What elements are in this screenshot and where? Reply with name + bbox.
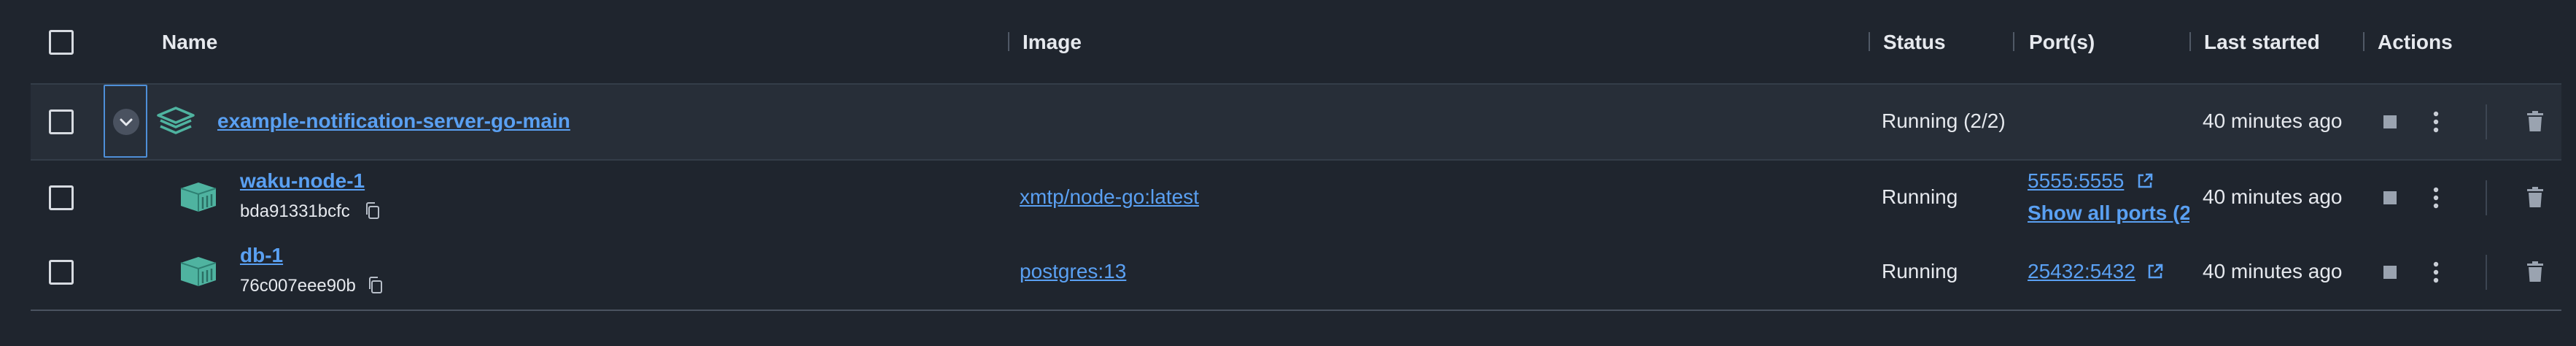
table-row[interactable]: db-1 76c007eee90b postgres:13 Running 25… [31,235,2561,310]
column-resize-handle[interactable] [1869,32,1870,51]
container-status: Running [1882,185,1958,208]
show-all-ports-wrapper: Show all ports (2 [2028,199,2189,228]
more-options-icon[interactable] [2432,261,2440,283]
container-last-started: 40 minutes ago [2203,260,2343,282]
external-link-icon[interactable] [2136,172,2154,190]
external-link-icon[interactable] [2146,263,2164,280]
column-header-image[interactable]: Image [1023,29,1082,55]
column-header-last-started[interactable]: Last started [2204,29,2320,55]
column-resize-handle[interactable] [2189,32,2191,51]
actions-divider [2486,180,2487,215]
container-name-link[interactable]: waku-node-1 [240,169,365,193]
stop-icon[interactable] [2383,115,2397,128]
group-last-started: 40 minutes ago [2203,109,2343,132]
show-all-ports-link[interactable]: Show all ports (2 [2028,201,2189,225]
copy-icon[interactable] [368,277,384,294]
stop-icon[interactable] [2383,191,2397,204]
stack-icon [157,107,195,134]
copy-icon[interactable] [365,202,381,220]
column-resize-handle[interactable] [2013,32,2014,51]
port-link[interactable]: 5555:5555 [2028,169,2124,193]
container-last-started: 40 minutes ago [2203,185,2343,208]
more-options-icon[interactable] [2432,187,2440,209]
container-icon [180,257,217,286]
column-header-name[interactable]: Name [162,29,217,55]
table-row[interactable]: waku-node-1 bda91331bcfc xmtp/node-go:la… [31,161,2561,235]
containers-table: Name Image Status Port(s) Last started A… [31,0,2561,346]
table-header: Name Image Status Port(s) Last started A… [31,0,2561,83]
container-name-link[interactable]: db-1 [240,244,283,267]
row-checkbox[interactable] [49,260,74,285]
group-status: Running (2/2) [1882,109,2006,132]
group-name-link[interactable]: example-notification-server-go-main [217,109,570,133]
container-id: 76c007eee90b [240,276,356,296]
image-link[interactable]: xmtp/node-go:latest [1020,185,1199,209]
trash-icon[interactable] [2527,111,2543,131]
trash-icon[interactable] [2527,261,2543,282]
column-resize-handle[interactable] [1008,32,1009,51]
actions-divider [2486,255,2487,290]
container-id: bda91331bcfc [240,201,350,221]
row-checkbox[interactable] [49,109,74,134]
image-link[interactable]: postgres:13 [1020,260,1126,283]
trash-icon[interactable] [2527,187,2543,207]
column-resize-handle[interactable] [2363,32,2364,51]
expand-toggle[interactable] [104,85,147,158]
stop-icon[interactable] [2383,266,2397,279]
port-link[interactable]: 25432:5432 [2028,260,2135,283]
table-bottom-border [31,310,2561,311]
actions-divider [2486,104,2487,139]
select-all-checkbox[interactable] [49,30,74,55]
chevron-down-icon [113,109,139,135]
column-header-actions: Actions [2378,31,2453,53]
column-header-ports[interactable]: Port(s) [2029,29,2095,55]
column-header-status[interactable]: Status [1883,29,1946,55]
compose-group-row[interactable]: example-notification-server-go-main Runn… [31,85,2561,159]
container-icon [180,182,217,212]
more-options-icon[interactable] [2432,111,2440,133]
container-status: Running [1882,260,1958,282]
row-checkbox[interactable] [49,185,74,210]
